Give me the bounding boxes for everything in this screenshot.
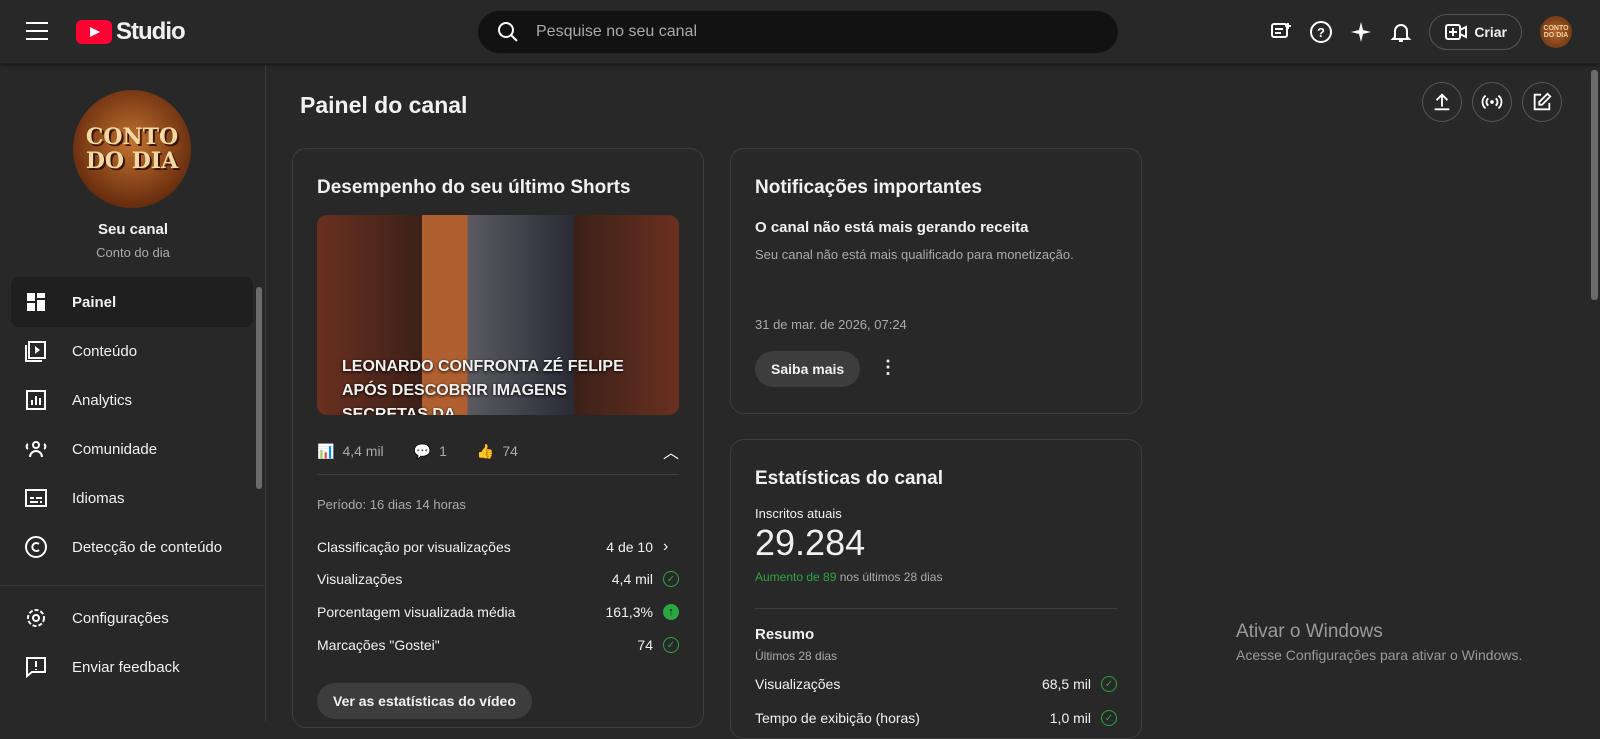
video-title: LEONARDO CONFRONTA ZÉ FELIPE APÓS DESCOB… [342, 358, 624, 415]
more-options-icon[interactable]: ⋮ [879, 357, 897, 378]
channel-name: Conto do dia [96, 245, 170, 260]
card-title: Notificações importantes [755, 177, 982, 198]
feedback-icon [26, 657, 46, 679]
notifications-bell-icon[interactable] [1381, 12, 1421, 52]
top-bar: Studio Pesquise no seu canal ? Criar CON… [0, 0, 1600, 64]
subtitles-icon [25, 489, 47, 507]
notifications-card: Notificações importantes O canal não est… [730, 148, 1142, 414]
card-title: Desempenho do seu último Shorts [317, 177, 631, 198]
sidebar-item-content-detection[interactable]: Detecção de conteúdo [11, 522, 253, 572]
channel-title: Seu canal [97, 221, 169, 238]
arrow-up-circle-icon: ↑ [663, 604, 679, 620]
bar-chart-icon: 📊 [317, 442, 335, 459]
page-scrollbar[interactable] [1591, 70, 1598, 300]
sidebar-scrollbar[interactable] [256, 287, 262, 489]
gear-icon [27, 609, 45, 627]
summary-period: Últimos 28 dias [755, 649, 838, 663]
check-circle-icon: ✓ [663, 571, 679, 587]
live-icon [1481, 94, 1503, 110]
dashboard-icon [27, 293, 45, 311]
period-label: Período: 16 dias 14 horas [317, 497, 466, 512]
svg-text:?: ? [1317, 25, 1325, 40]
summary-title: Resumo [755, 626, 815, 643]
video-thumbnail[interactable]: LEONARDO CONFRONTA ZÉ FELIPE APÓS DESCOB… [317, 215, 679, 415]
subscribers-label: Inscritos atuais [755, 506, 842, 521]
video-add-icon [1445, 24, 1468, 40]
divider [317, 474, 679, 475]
subscribers-change: Aumento de 89 nos últimos 28 dias [755, 570, 943, 584]
create-button[interactable]: Criar [1429, 14, 1522, 50]
check-circle-icon: ✓ [1101, 676, 1117, 692]
video-metrics: 📊 4,4 mil 💬 1 👍 74 ︿ [317, 439, 679, 463]
video-stats-button[interactable]: Ver as estatísticas do vídeo [317, 683, 532, 719]
sidebar-item-settings[interactable]: Configurações [11, 593, 253, 643]
sidebar-item-community[interactable]: Comunidade [11, 424, 253, 474]
sidebar-item-languages[interactable]: Idiomas [11, 473, 253, 523]
stat-row: Visualizações 4,4 mil ✓ [317, 571, 679, 587]
rank-row[interactable]: Classificação por visualizações 4 de 10 › [317, 538, 679, 556]
divider [755, 608, 1117, 609]
notification-heading: O canal não está mais gerando receita [755, 219, 1029, 236]
notification-date: 31 de mar. de 2026, 07:24 [755, 317, 907, 332]
account-avatar[interactable]: CONTO DO DIA [1540, 16, 1572, 48]
learn-more-button[interactable]: Saiba mais [755, 351, 861, 387]
content-icon [25, 341, 46, 362]
card-title: Estatísticas do canal [755, 468, 943, 489]
studio-logo[interactable]: Studio [76, 18, 186, 46]
stat-row: Porcentagem visualizada média 161,3% ↑ [317, 604, 679, 620]
help-icon[interactable]: ? [1301, 12, 1341, 52]
check-circle-icon: ✓ [663, 637, 679, 653]
edit-icon [1533, 92, 1552, 111]
community-icon [25, 441, 47, 458]
subscribers-count: 29.284 [755, 522, 866, 563]
stat-row: Tempo de exibição (horas) 1,0 mil ✓ [755, 710, 1117, 726]
check-circle-icon: ✓ [1101, 710, 1117, 726]
notification-body: Seu canal não está mais qualificado para… [755, 247, 1074, 262]
sidebar-item-analytics[interactable]: Analytics [11, 375, 253, 425]
go-live-button[interactable] [1472, 82, 1512, 122]
sidebar-item-content[interactable]: Conteúdo [11, 326, 253, 376]
windows-activation-watermark: Ativar o Windows Acesse Configurações pa… [1236, 621, 1523, 663]
stat-row: Marcações "Gostei" 74 ✓ [317, 637, 679, 653]
menu-icon[interactable] [26, 22, 48, 40]
chevron-up-icon[interactable]: ︿ [663, 439, 679, 463]
youtube-icon [76, 20, 112, 44]
sidebar-item-dashboard[interactable]: Painel [11, 277, 253, 327]
sidebar: CONTO DO DIA Seu canal Conto do dia Pain… [0, 65, 266, 721]
comment-icon: 💬 [413, 442, 432, 459]
page-title: Painel do canal [300, 92, 468, 118]
upload-icon [1434, 93, 1450, 111]
thumbs-up-icon: 👍 [476, 442, 495, 459]
feedback-chat-icon[interactable] [1261, 12, 1301, 52]
sparkle-icon[interactable] [1341, 12, 1381, 52]
search-icon [498, 22, 518, 42]
analytics-icon [26, 390, 46, 410]
channel-avatar[interactable]: CONTO DO DIA [73, 90, 191, 208]
create-post-button[interactable] [1522, 82, 1562, 122]
copyright-icon [25, 536, 47, 558]
latest-shorts-card: Desempenho do seu último Shorts LEONARDO… [292, 148, 704, 728]
chevron-right-icon: › [663, 538, 669, 555]
sidebar-item-feedback[interactable]: Enviar feedback [11, 642, 253, 692]
channel-stats-card: Estatísticas do canal Inscritos atuais 2… [730, 439, 1142, 739]
upload-button[interactable] [1422, 82, 1462, 122]
search-input[interactable]: Pesquise no seu canal [478, 11, 1118, 53]
sidebar-divider [0, 585, 264, 586]
stat-row: Visualizações 68,5 mil ✓ [755, 676, 1117, 692]
